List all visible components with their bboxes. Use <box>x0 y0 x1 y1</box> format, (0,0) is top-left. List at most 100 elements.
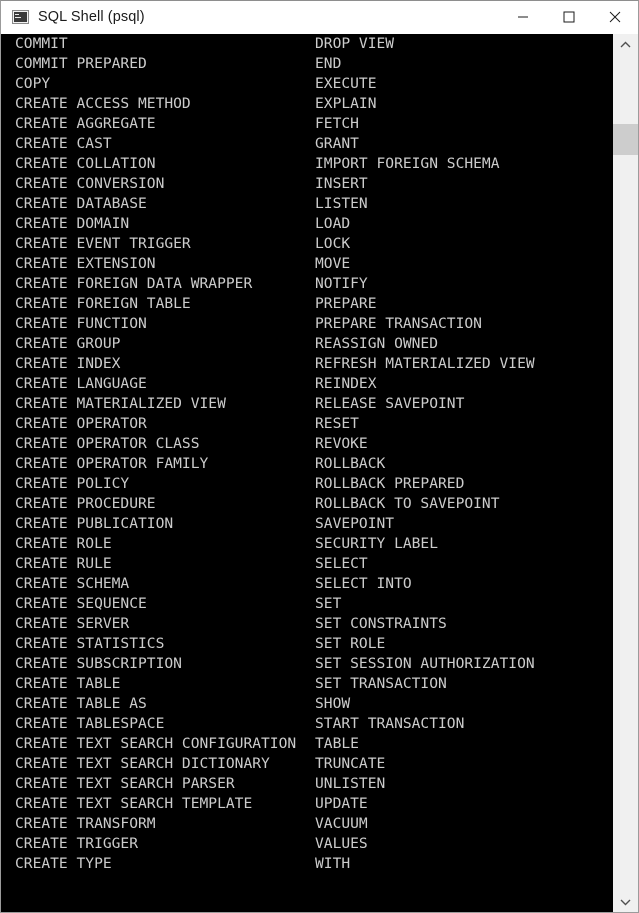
sql-shell-window: SQL Shell (psql) COMMIT DROP VIEW COMMIT… <box>0 0 639 913</box>
sql-command-right: TRUNCATE <box>315 755 386 772</box>
console-line: CREATE TEXT SEARCH TEMPLATE UPDATE <box>1 794 612 814</box>
title-bar-left: SQL Shell (psql) <box>1 9 500 25</box>
sql-command-left: CREATE SEQUENCE <box>15 595 147 612</box>
console-line: CREATE TABLESPACE START TRANSACTION <box>1 714 612 734</box>
sql-command-right: SAVEPOINT <box>315 515 395 532</box>
sql-command-right: REFRESH MATERIALIZED VIEW <box>315 355 535 372</box>
sql-command-right: EXPLAIN <box>315 95 377 112</box>
sql-command-left: COPY <box>15 75 51 92</box>
sql-command-right: UPDATE <box>315 795 368 812</box>
close-icon <box>609 11 621 23</box>
sql-command-left: CREATE CONVERSION <box>15 175 165 192</box>
sql-command-right: IMPORT FOREIGN SCHEMA <box>315 155 500 172</box>
title-bar[interactable]: SQL Shell (psql) <box>1 1 638 34</box>
sql-command-left: CREATE SUBSCRIPTION <box>15 655 182 672</box>
sql-command-left: CREATE ACCESS METHOD <box>15 95 191 112</box>
console-line: CREATE TRANSFORM VACUUM <box>1 814 612 834</box>
sql-command-left: CREATE COLLATION <box>15 155 156 172</box>
sql-command-right: REINDEX <box>315 375 377 392</box>
sql-command-right: EXECUTE <box>315 75 377 92</box>
sql-command-left: CREATE FUNCTION <box>15 315 147 332</box>
sql-command-left: CREATE FOREIGN DATA WRAPPER <box>15 275 253 292</box>
console-output[interactable]: COMMIT DROP VIEW COMMIT PREPARED END COPY EXE… <box>1 34 612 912</box>
window-controls <box>500 1 638 33</box>
chevron-up-icon <box>620 37 631 52</box>
sql-command-left: CREATE OPERATOR CLASS <box>15 435 200 452</box>
sql-command-left: CREATE PROCEDURE <box>15 495 156 512</box>
console-line: COPY EXECUTE <box>1 74 612 94</box>
sql-command-left: CREATE TEXT SEARCH DICTIONARY <box>15 755 270 772</box>
minimize-icon <box>517 11 529 23</box>
console-line: CREATE INDEX REFRESH MATERIALIZED VIEW <box>1 354 612 374</box>
console-line: CREATE FOREIGN DATA WRAPPER NOTIFY <box>1 274 612 294</box>
console-line: CREATE POLICY ROLLBACK PREPARED <box>1 474 612 494</box>
minimize-button[interactable] <box>500 1 546 33</box>
console-line: CREATE EVENT TRIGGER LOCK <box>1 234 612 254</box>
window-title: SQL Shell (psql) <box>38 9 145 25</box>
sql-command-left: CREATE TABLE <box>15 675 121 692</box>
sql-command-right: SET CONSTRAINTS <box>315 615 447 632</box>
sql-command-left: CREATE DOMAIN <box>15 215 130 232</box>
console-line: CREATE FOREIGN TABLE PREPARE <box>1 294 612 314</box>
sql-command-right: SET TRANSACTION <box>315 675 447 692</box>
sql-command-right: NOTIFY <box>315 275 368 292</box>
sql-command-left: CREATE STATISTICS <box>15 635 165 652</box>
sql-command-left: CREATE SERVER <box>15 615 130 632</box>
console-line: CREATE STATISTICS SET ROLE <box>1 634 612 654</box>
console-line: CREATE RULE SELECT <box>1 554 612 574</box>
console-icon <box>12 9 29 25</box>
sql-command-left: CREATE GROUP <box>15 335 121 352</box>
console-line: CREATE SCHEMA SELECT INTO <box>1 574 612 594</box>
console-line: CREATE COLLATION IMPORT FOREIGN SCHEMA <box>1 154 612 174</box>
sql-command-right: ROLLBACK PREPARED <box>315 475 465 492</box>
console-line: CREATE EXTENSION MOVE <box>1 254 612 274</box>
console-line: CREATE TEXT SEARCH PARSER UNLISTEN <box>1 774 612 794</box>
sql-command-left: CREATE TYPE <box>15 855 112 872</box>
console-line: CREATE SUBSCRIPTION SET SESSION AUTHORIZA… <box>1 654 612 674</box>
sql-command-left: COMMIT <box>15 35 68 52</box>
sql-command-left: CREATE CAST <box>15 135 112 152</box>
sql-command-left: CREATE TEXT SEARCH PARSER <box>15 775 235 792</box>
console-line: CREATE PROCEDURE ROLLBACK TO SAVEPOINT <box>1 494 612 514</box>
sql-command-left: CREATE EXTENSION <box>15 255 156 272</box>
sql-command-right: SELECT <box>315 555 368 572</box>
console-line: COMMIT PREPARED END <box>1 54 612 74</box>
sql-command-right: SECURITY LABEL <box>315 535 439 552</box>
sql-command-left: CREATE TEXT SEARCH TEMPLATE <box>15 795 253 812</box>
console-line: CREATE CONVERSION INSERT <box>1 174 612 194</box>
sql-command-left: CREATE INDEX <box>15 355 121 372</box>
console-line: CREATE OPERATOR FAMILY ROLLBACK <box>1 454 612 474</box>
sql-command-right: ROLLBACK <box>315 455 386 472</box>
sql-command-left: CREATE SCHEMA <box>15 575 130 592</box>
console-line: CREATE CAST GRANT <box>1 134 612 154</box>
close-button[interactable] <box>592 1 638 33</box>
sql-command-right: SET SESSION AUTHORIZATION <box>315 655 535 672</box>
maximize-button[interactable] <box>546 1 592 33</box>
sql-command-right: END <box>315 55 342 72</box>
sql-command-left: CREATE AGGREGATE <box>15 115 156 132</box>
console-line: CREATE AGGREGATE FETCH <box>1 114 612 134</box>
console-line: CREATE ROLE SECURITY LABEL <box>1 534 612 554</box>
sql-command-left: CREATE ROLE <box>15 535 112 552</box>
sql-command-left: COMMIT PREPARED <box>15 55 147 72</box>
scroll-down-button[interactable] <box>613 891 638 912</box>
chevron-down-icon <box>620 894 631 909</box>
sql-command-right: RELEASE SAVEPOINT <box>315 395 465 412</box>
console-line: CREATE TABLE SET TRANSACTION <box>1 674 612 694</box>
sql-command-left: CREATE TRIGGER <box>15 835 139 852</box>
console-line: COMMIT DROP VIEW <box>1 34 612 54</box>
sql-command-right: VACUUM <box>315 815 368 832</box>
console-line: CREATE SERVER SET CONSTRAINTS <box>1 614 612 634</box>
sql-command-right: FETCH <box>315 115 359 132</box>
sql-command-right: MOVE <box>315 255 351 272</box>
sql-command-right: GRANT <box>315 135 359 152</box>
scrollbar-thumb[interactable] <box>613 124 638 155</box>
scroll-up-button[interactable] <box>613 34 638 55</box>
console-line: CREATE GROUP REASSIGN OWNED <box>1 334 612 354</box>
vertical-scrollbar[interactable] <box>612 34 638 912</box>
scrollbar-track[interactable] <box>613 55 638 891</box>
sql-command-right: VALUES <box>315 835 368 852</box>
sql-command-right: ROLLBACK TO SAVEPOINT <box>315 495 500 512</box>
sql-command-right: LOCK <box>315 235 351 252</box>
console-area: COMMIT DROP VIEW COMMIT PREPARED END COPY EXE… <box>1 34 638 912</box>
